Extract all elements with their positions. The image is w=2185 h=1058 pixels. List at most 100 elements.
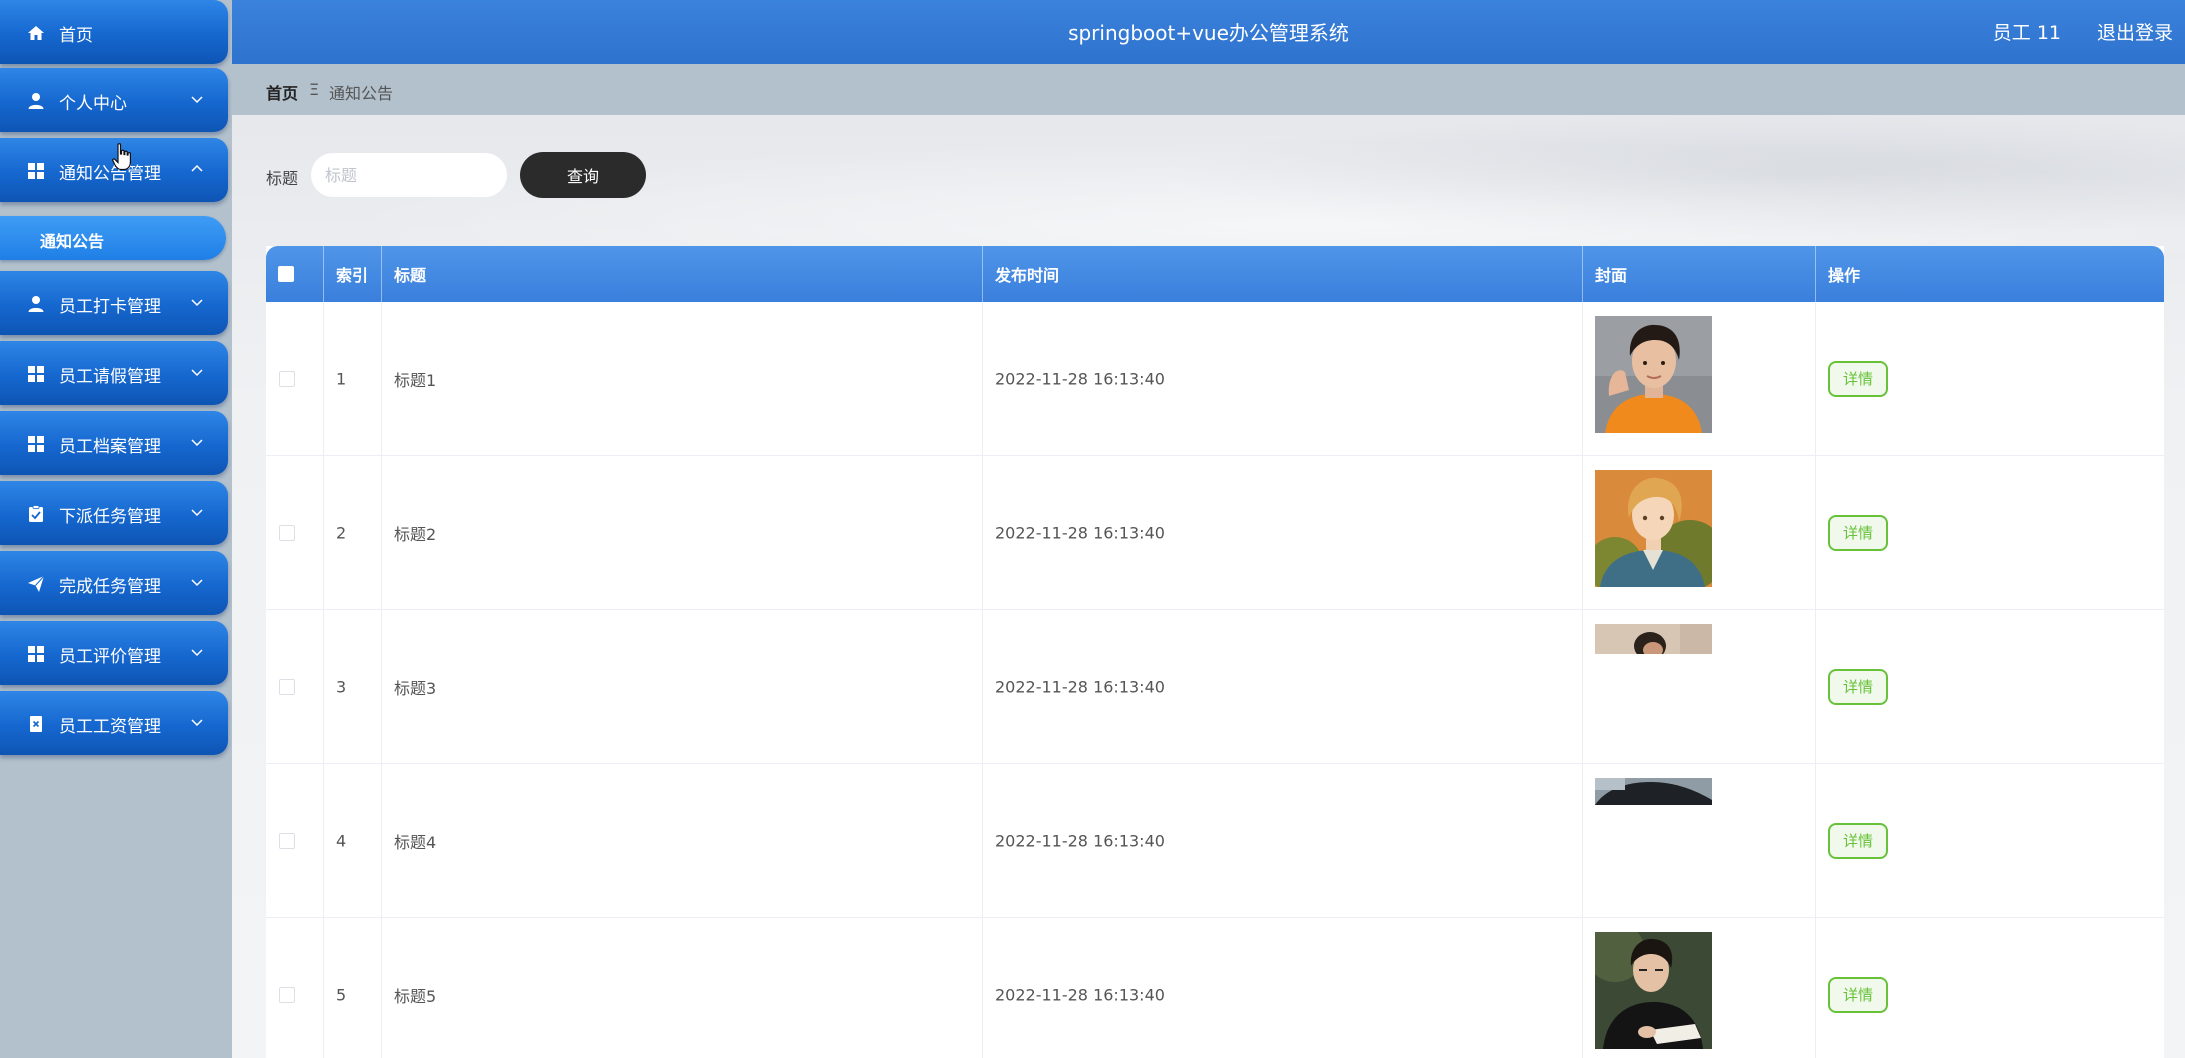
user-icon bbox=[26, 294, 46, 314]
column-header-cover: 封面 bbox=[1583, 246, 1816, 302]
sidebar-item-personal-center[interactable]: 个人中心 bbox=[0, 68, 228, 132]
sidebar-item-label: 员工请假管理 bbox=[59, 367, 161, 387]
index-cell: 2 bbox=[324, 456, 382, 609]
grid-icon bbox=[26, 161, 46, 181]
table-row: 2 标题2 2022-11-28 16:13:40 详情 bbox=[266, 456, 2164, 610]
row-time: 2022-11-28 16:13:40 bbox=[995, 831, 1165, 850]
user-icon bbox=[26, 91, 46, 111]
time-cell: 2022-11-28 16:13:40 bbox=[983, 610, 1583, 763]
time-cell: 2022-11-28 16:13:40 bbox=[983, 918, 1583, 1058]
cover-cell bbox=[1583, 764, 1816, 917]
column-header-time: 发布时间 bbox=[983, 246, 1583, 302]
select-all-checkbox[interactable] bbox=[278, 266, 294, 282]
row-select-cell bbox=[266, 302, 324, 455]
time-cell: 2022-11-28 16:13:40 bbox=[983, 764, 1583, 917]
paper-plane-icon bbox=[26, 574, 46, 594]
sidebar-item-label: 下派任务管理 bbox=[59, 507, 161, 527]
sidebar-item-label: 员工评价管理 bbox=[59, 647, 161, 667]
row-checkbox[interactable] bbox=[279, 986, 295, 1003]
row-select-cell bbox=[266, 610, 324, 763]
breadcrumb-home[interactable]: 首页 bbox=[266, 80, 298, 104]
hand-cursor-icon bbox=[112, 143, 131, 171]
chevron-down-icon bbox=[188, 433, 206, 451]
header-select-cell bbox=[266, 246, 324, 302]
title-cell: 标题2 bbox=[382, 456, 983, 609]
logout-button[interactable]: 退出登录 bbox=[2097, 18, 2173, 45]
row-index: 5 bbox=[336, 985, 347, 1004]
detail-button[interactable]: 详情 bbox=[1828, 976, 1888, 1013]
detail-button[interactable]: 详情 bbox=[1828, 514, 1888, 551]
chevron-up-icon bbox=[188, 160, 206, 178]
row-select-cell bbox=[266, 918, 324, 1058]
chevron-down-icon bbox=[188, 293, 206, 311]
row-index: 4 bbox=[336, 831, 347, 850]
sidebar-item-archives[interactable]: 员工档案管理 bbox=[0, 411, 228, 475]
cover-cell bbox=[1583, 456, 1816, 609]
sidebar-item-leave[interactable]: 员工请假管理 bbox=[0, 341, 228, 405]
row-index: 2 bbox=[336, 523, 347, 542]
row-title: 标题2 bbox=[394, 524, 437, 544]
sidebar-item-completed-tasks[interactable]: 完成任务管理 bbox=[0, 551, 228, 615]
row-checkbox[interactable] bbox=[279, 832, 295, 849]
sidebar-item-label: 个人中心 bbox=[59, 94, 127, 114]
query-button[interactable]: 查询 bbox=[520, 152, 646, 198]
row-time: 2022-11-28 16:13:40 bbox=[995, 985, 1165, 1004]
table-row: 4 标题4 2022-11-28 16:13:40 详情 bbox=[266, 764, 2164, 918]
index-cell: 5 bbox=[324, 918, 382, 1058]
row-checkbox[interactable] bbox=[279, 678, 295, 695]
chevron-down-icon bbox=[188, 90, 206, 108]
detail-button[interactable]: 详情 bbox=[1828, 360, 1888, 397]
sidebar-subitem-label: 通知公告 bbox=[40, 232, 105, 251]
chevron-down-icon bbox=[188, 503, 206, 521]
sidebar-item-evaluation[interactable]: 员工评价管理 bbox=[0, 621, 228, 685]
app-title: springboot+vue办公管理系统 bbox=[1068, 21, 1349, 45]
cover-cell bbox=[1583, 302, 1816, 455]
notice-table: 索引 标题 发布时间 封面 操作 1 标题1 2022-11-28 16:13:… bbox=[266, 246, 2164, 1058]
grid-icon bbox=[26, 364, 46, 384]
column-header-action: 操作 bbox=[1828, 266, 1861, 285]
sidebar-item-attendance[interactable]: 员工打卡管理 bbox=[0, 271, 228, 335]
title-cell: 标题4 bbox=[382, 764, 983, 917]
row-title: 标题1 bbox=[394, 370, 437, 390]
chevron-down-icon bbox=[188, 363, 206, 381]
row-index: 1 bbox=[336, 369, 347, 388]
detail-button[interactable]: 详情 bbox=[1828, 822, 1888, 859]
row-checkbox[interactable] bbox=[279, 370, 295, 387]
sidebar-item-label: 员工工资管理 bbox=[59, 717, 161, 737]
title-cell: 标题1 bbox=[382, 302, 983, 455]
row-time: 2022-11-28 16:13:40 bbox=[995, 523, 1165, 542]
action-cell: 详情 bbox=[1816, 918, 2164, 1058]
current-user[interactable]: 员工 11 bbox=[1993, 18, 2061, 45]
title-search-input[interactable] bbox=[311, 153, 507, 197]
action-cell: 详情 bbox=[1816, 610, 2164, 763]
row-select-cell bbox=[266, 456, 324, 609]
column-header-title: 标题 bbox=[382, 246, 983, 302]
sidebar-item-home[interactable]: 首页 bbox=[0, 0, 228, 64]
action-cell: 详情 bbox=[1816, 456, 2164, 609]
row-checkbox[interactable] bbox=[279, 524, 295, 541]
main-content: 标题 查询 索引 标题 发布时间 封面 操作 1 标题1 2022-11-28 … bbox=[232, 115, 2185, 1058]
row-time: 2022-11-28 16:13:40 bbox=[995, 369, 1165, 388]
breadcrumb-separator: Ξ bbox=[309, 80, 320, 99]
row-select-cell bbox=[266, 764, 324, 917]
title-cell: 标题3 bbox=[382, 610, 983, 763]
top-header: springboot+vue办公管理系统 员工 11 退出登录 bbox=[232, 0, 2185, 64]
sidebar-subitem-notice[interactable]: 通知公告 bbox=[0, 216, 226, 260]
document-x-icon bbox=[26, 714, 46, 734]
sidebar: 首页 个人中心 通知公告管理 通知公告 员工打卡管理 员工请假管理 员工档案管理… bbox=[0, 0, 232, 1058]
detail-button[interactable]: 详情 bbox=[1828, 668, 1888, 705]
index-cell: 4 bbox=[324, 764, 382, 917]
row-index: 3 bbox=[336, 677, 347, 696]
clipboard-check-icon bbox=[26, 504, 46, 524]
index-cell: 1 bbox=[324, 302, 382, 455]
sidebar-item-label: 完成任务管理 bbox=[59, 577, 161, 597]
search-label: 标题 bbox=[266, 169, 299, 188]
sidebar-item-assigned-tasks[interactable]: 下派任务管理 bbox=[0, 481, 228, 545]
cover-image bbox=[1595, 316, 1712, 433]
grid-icon bbox=[26, 644, 46, 664]
cover-image bbox=[1595, 470, 1712, 587]
home-icon bbox=[26, 23, 46, 43]
cover-cell bbox=[1583, 918, 1816, 1058]
action-cell: 详情 bbox=[1816, 764, 2164, 917]
sidebar-item-salary[interactable]: 员工工资管理 bbox=[0, 691, 228, 755]
